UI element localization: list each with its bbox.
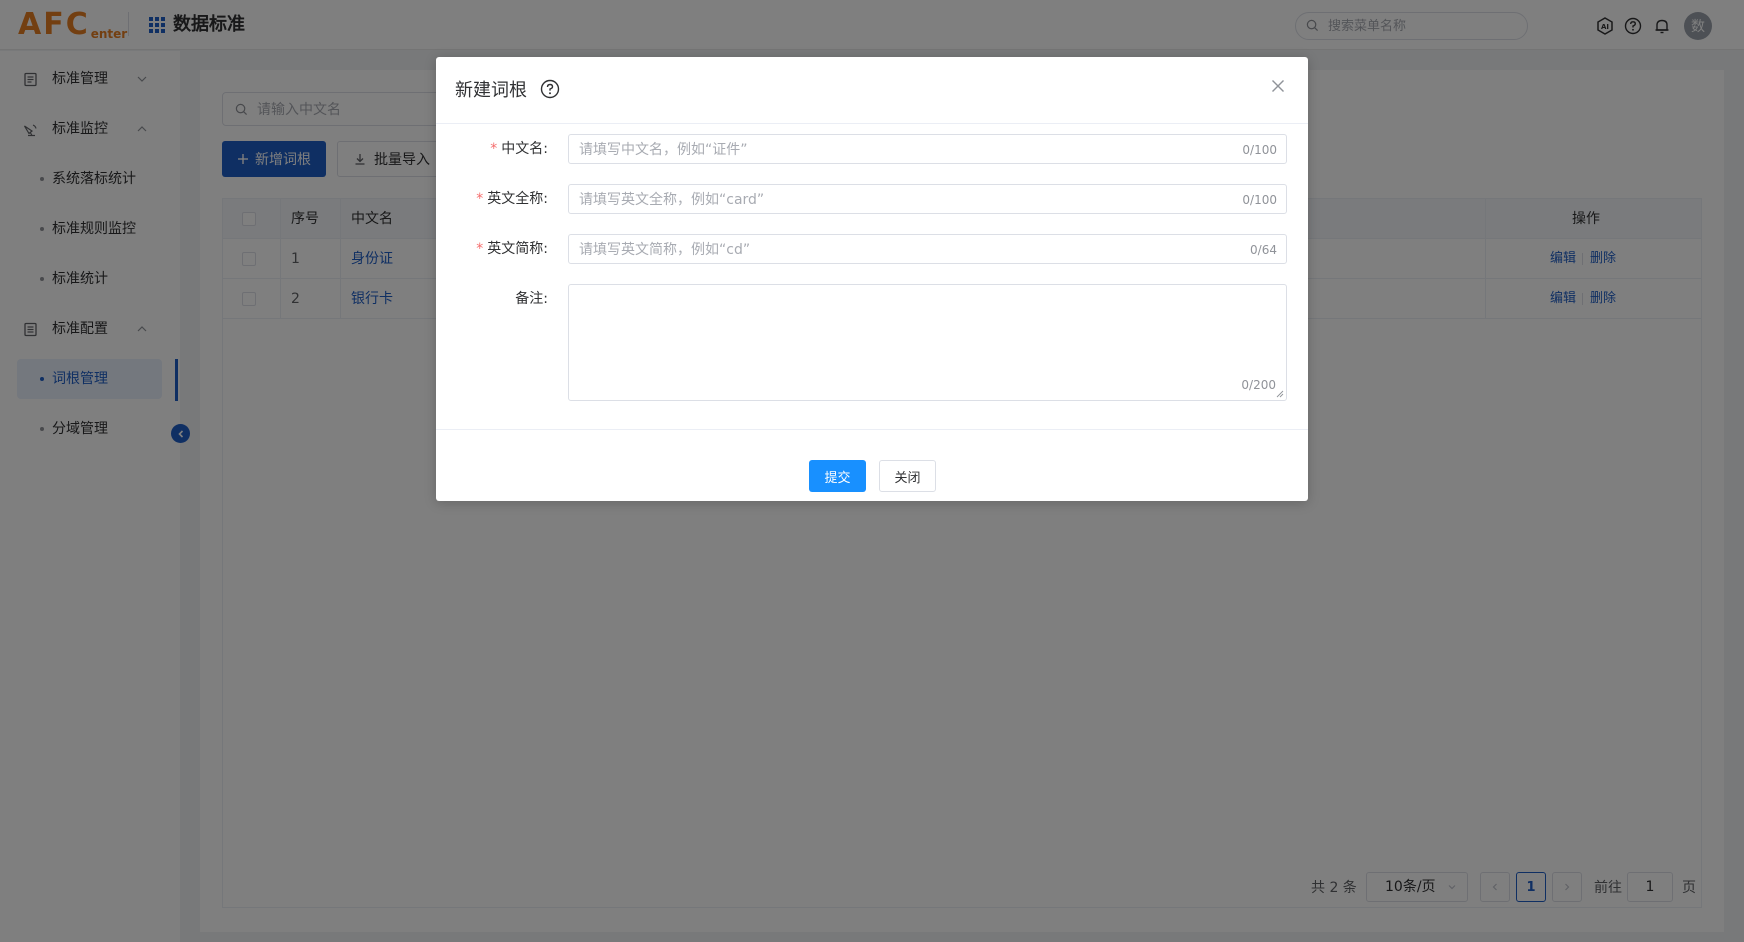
resize-handle-icon[interactable] bbox=[1276, 390, 1284, 398]
close-button[interactable]: 关闭 bbox=[879, 460, 936, 492]
submit-button[interactable]: 提交 bbox=[809, 460, 866, 492]
field-label: 备注: bbox=[515, 291, 548, 307]
close-icon[interactable] bbox=[1269, 77, 1287, 95]
field-label: * 英文简称: bbox=[476, 241, 548, 257]
dialog-footer-divider bbox=[436, 429, 1308, 430]
required-mark: * bbox=[476, 191, 484, 207]
new-root-dialog: 新建词根 *中文名: 0/100 *英文全称: 0/100 *英文简称: 0/6… bbox=[436, 57, 1308, 501]
english-abbr-field: *英文简称: 0/64 bbox=[436, 234, 1308, 264]
english-abbr-input-box[interactable]: 0/64 bbox=[568, 234, 1287, 264]
char-counter: 0/100 bbox=[1242, 143, 1277, 157]
char-counter: 0/200 bbox=[1241, 378, 1276, 392]
char-counter: 0/64 bbox=[1250, 243, 1277, 257]
chinese-name-input[interactable] bbox=[579, 140, 1199, 160]
english-full-name-input-box[interactable]: 0/100 bbox=[568, 184, 1287, 214]
english-full-name-field: *英文全称: 0/100 bbox=[436, 184, 1308, 214]
remark-field: 备注: 0/200 bbox=[436, 284, 1308, 401]
remark-textarea[interactable]: 0/200 bbox=[568, 284, 1287, 401]
field-label: * 英文全称: bbox=[476, 191, 548, 207]
help-icon[interactable] bbox=[539, 78, 561, 100]
required-mark: * bbox=[476, 241, 484, 257]
field-label: * 中文名: bbox=[490, 141, 548, 157]
char-counter: 0/100 bbox=[1242, 193, 1277, 207]
dialog-title: 新建词根 bbox=[455, 80, 527, 101]
chinese-name-field: *中文名: 0/100 bbox=[436, 134, 1308, 164]
required-mark: * bbox=[490, 141, 498, 157]
dialog-header-divider bbox=[436, 123, 1308, 124]
english-abbr-input[interactable] bbox=[579, 240, 1199, 260]
english-full-name-input[interactable] bbox=[579, 190, 1199, 210]
chinese-name-input-box[interactable]: 0/100 bbox=[568, 134, 1287, 164]
